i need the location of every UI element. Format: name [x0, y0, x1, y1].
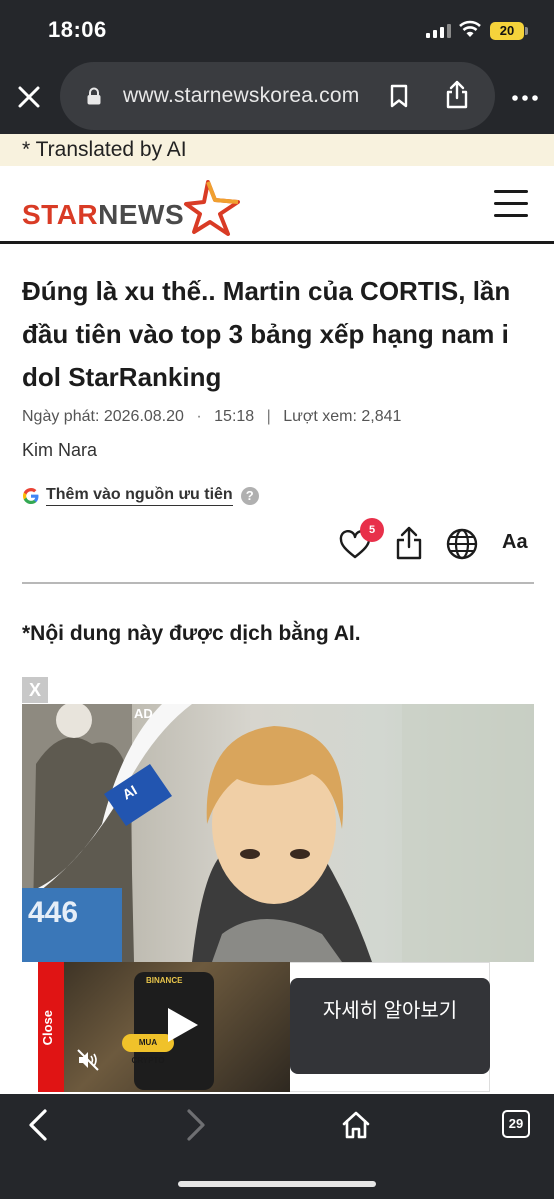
url-text[interactable]: www.starnewskorea.com: [123, 84, 359, 108]
battery-icon: 20: [490, 22, 524, 40]
battery-tip: [525, 27, 528, 35]
mute-icon[interactable]: [76, 1048, 100, 1072]
ai-translation-note: *Nội dung này được dịch bằng AI.: [22, 622, 361, 645]
ad-video[interactable]: BINANCE MUA CRYPTO: [64, 962, 290, 1092]
bookmark-icon[interactable]: [388, 84, 410, 108]
site-header: STARNEWS: [0, 166, 554, 244]
status-time: 18:06: [48, 17, 107, 42]
content-divider: [22, 582, 534, 584]
like-count-badge: 5: [360, 518, 384, 542]
sticky-ad-close-label: Close: [40, 1010, 55, 1046]
home-indicator: [178, 1181, 376, 1187]
more-icon[interactable]: [510, 88, 540, 108]
tabs-icon[interactable]: 29: [502, 1110, 530, 1138]
views-label: Lượt xem:: [283, 408, 357, 425]
publish-time: 15:18: [214, 408, 255, 425]
signal-icon: [426, 24, 452, 38]
publish-date: 2026.08.20: [103, 408, 184, 425]
forward-icon[interactable]: [184, 1108, 208, 1142]
share-icon[interactable]: [395, 526, 423, 560]
meta-separator: |: [266, 408, 271, 425]
logo-star-text: STAR: [22, 199, 99, 230]
translation-banner: * Translated by AI: [0, 134, 554, 166]
ad-label: AD: [134, 706, 153, 721]
article-meta: Ngày phát: 2026.08.20 · 15:18 | Lượt xem…: [22, 408, 401, 426]
menu-icon[interactable]: [494, 190, 528, 218]
text-size-icon[interactable]: Aa: [502, 531, 528, 554]
back-icon[interactable]: [26, 1108, 50, 1142]
play-icon[interactable]: [162, 1006, 200, 1044]
google-icon: [23, 488, 39, 504]
logo-news-text: NEWS: [98, 199, 185, 230]
article-headline: Đúng là xu thế.. Martin của CORTIS, lần …: [22, 276, 511, 392]
globe-icon[interactable]: [446, 528, 478, 560]
ad-brand: BINANCE: [146, 976, 183, 985]
share-icon[interactable]: [444, 80, 470, 110]
article-actions: 5 Aa: [0, 518, 554, 568]
learn-more-button[interactable]: 자세히 알아보기: [290, 978, 490, 1074]
browser-bottom-bar: 29: [0, 1094, 554, 1199]
home-icon[interactable]: [341, 1110, 371, 1140]
ad-sign-text: 446: [22, 888, 122, 962]
close-icon[interactable]: [14, 82, 44, 112]
help-icon[interactable]: ?: [240, 487, 259, 505]
browser-toolbar: www.starnewskorea.com: [0, 62, 554, 134]
site-logo[interactable]: STARNEWS: [22, 176, 244, 238]
address-bar[interactable]: www.starnewskorea.com: [60, 62, 495, 130]
lock-icon: [87, 87, 101, 105]
date-label: Ngày phát:: [22, 408, 100, 425]
google-preferred-source[interactable]: Thêm vào nguồn ưu tiên ?: [22, 485, 259, 507]
preferred-source-link[interactable]: Thêm vào nguồn ưu tiên: [46, 486, 233, 506]
article-author[interactable]: Kim Nara: [22, 440, 97, 461]
logo-star-icon: [184, 180, 240, 236]
view-count: 2,841: [361, 408, 402, 425]
ad-close-button[interactable]: X: [22, 677, 48, 703]
meta-dot: ·: [196, 408, 202, 425]
status-bar: 18:06 20: [0, 0, 554, 62]
sticky-ad-close[interactable]: Close: [38, 962, 64, 1092]
wifi-icon: [459, 20, 481, 37]
